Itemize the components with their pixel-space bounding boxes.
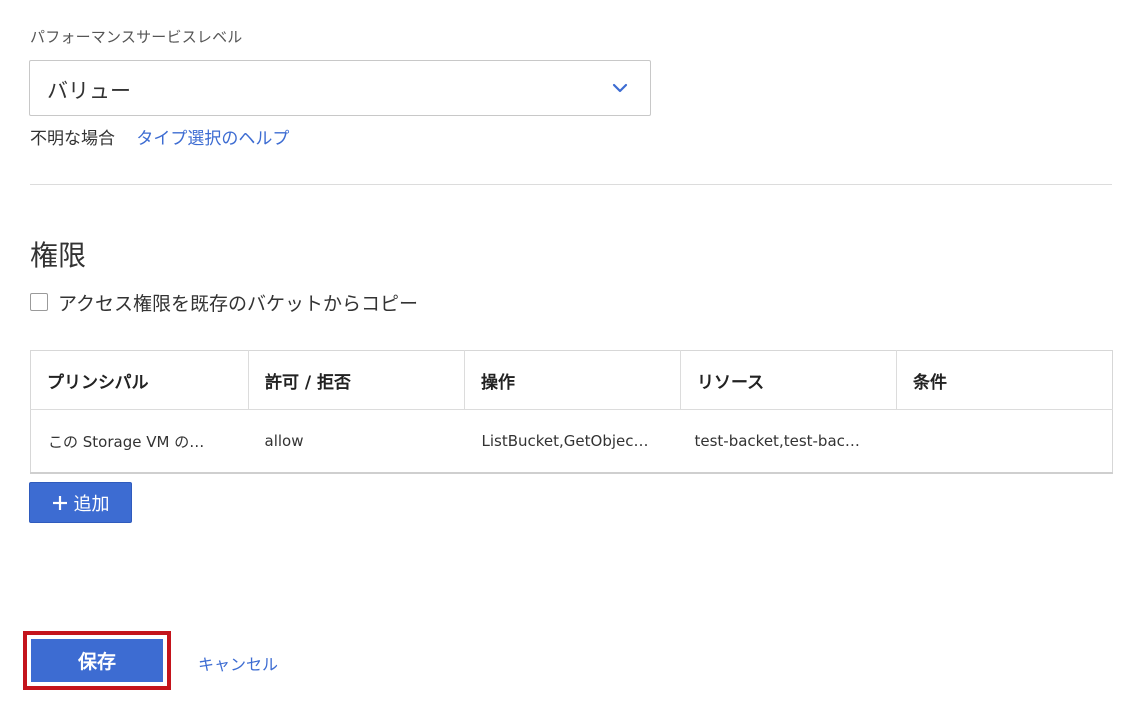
add-permission-button[interactable]: 追加 — [29, 482, 132, 523]
plus-icon — [52, 495, 67, 510]
column-header-resource[interactable]: リソース — [680, 350, 897, 410]
service-level-label: パフォーマンスサービスレベル — [30, 28, 243, 46]
copy-permissions-label[interactable]: アクセス権限を既存のバケットからコピー — [58, 289, 418, 316]
add-button-label: 追加 — [73, 493, 110, 515]
chevron-down-icon — [612, 83, 628, 93]
column-header-condition[interactable]: 条件 — [896, 350, 1113, 410]
table-row[interactable]: この Storage VM の… allow ListBucket,GetObj… — [31, 410, 1113, 474]
service-level-select[interactable]: バリュー — [29, 60, 651, 116]
table-header-row: プリンシパル 許可 / 拒否 操作 リソース 条件 — [30, 350, 1113, 410]
save-button[interactable]: 保存 — [31, 639, 163, 682]
cell-effect: allow — [264, 432, 304, 450]
cell-principal: この Storage VM の… — [48, 432, 205, 451]
copy-permissions-checkbox-row[interactable]: アクセス権限を既存のバケットからコピー — [30, 289, 418, 315]
column-header-effect[interactable]: 許可 / 拒否 — [248, 350, 465, 410]
cell-action: ListBucket,GetObjec… — [481, 432, 649, 450]
copy-permissions-checkbox[interactable] — [30, 293, 48, 311]
cell-resource: test-backet,test-bac… — [694, 432, 860, 450]
permissions-table: プリンシパル 許可 / 拒否 操作 リソース 条件 この Storage VM … — [30, 350, 1113, 474]
service-level-selected-value: バリュー — [47, 79, 131, 103]
help-row: 不明な場合 タイプ選択のヘルプ — [30, 124, 289, 149]
section-divider — [30, 184, 1112, 185]
column-header-principal[interactable]: プリンシパル — [30, 350, 249, 410]
permissions-title: 権限 — [30, 239, 87, 272]
cancel-link[interactable]: キャンセル — [198, 651, 278, 675]
type-selection-help-link[interactable]: タイプ選択のヘルプ — [136, 129, 289, 149]
help-prefix: 不明な場合 — [30, 129, 115, 149]
column-header-action[interactable]: 操作 — [464, 350, 681, 410]
cell-condition — [897, 410, 1113, 474]
